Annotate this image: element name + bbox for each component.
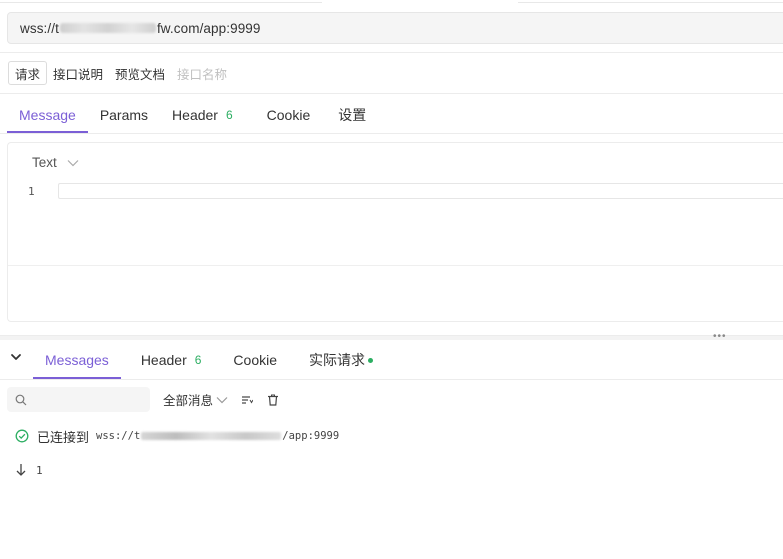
tab-header[interactable]: Header 6 bbox=[160, 97, 245, 133]
tab-api-description[interactable]: 接口说明 bbox=[47, 61, 109, 85]
redacted-host bbox=[141, 432, 282, 440]
header-count-badge: 6 bbox=[225, 108, 233, 122]
divider bbox=[0, 379, 783, 380]
divider bbox=[0, 93, 783, 94]
tab-params[interactable]: Params bbox=[88, 97, 160, 133]
message-editor: Text 1 bbox=[7, 142, 783, 322]
chevron-down-icon bbox=[216, 396, 228, 403]
request-tabs: Message Params Header 6 Cookie 设置 bbox=[7, 97, 378, 133]
tab-cookie[interactable]: Cookie bbox=[245, 97, 323, 133]
tab-label: Header bbox=[140, 352, 187, 368]
connected-label: 已连接到 bbox=[37, 429, 90, 445]
code-editor-line[interactable] bbox=[58, 183, 783, 199]
drag-handle-icon[interactable]: ••• bbox=[713, 332, 727, 342]
trash-icon bbox=[268, 394, 279, 406]
url-prefix: wss://t bbox=[20, 20, 59, 36]
check-circle-icon bbox=[15, 429, 29, 443]
format-label: Text bbox=[32, 155, 57, 170]
top-tab-strip bbox=[0, 0, 783, 4]
tab-actual-request[interactable]: 实际请求 bbox=[297, 341, 385, 379]
tab-label: Message bbox=[19, 107, 76, 123]
sort-button[interactable] bbox=[240, 393, 254, 407]
tab-preview-docs[interactable]: 预览文档 bbox=[109, 61, 171, 85]
panel-resize-handle[interactable] bbox=[0, 335, 783, 340]
tab-label: Messages bbox=[45, 352, 109, 368]
format-select[interactable]: Text bbox=[32, 155, 79, 170]
header-count-badge: 6 bbox=[194, 353, 202, 367]
url-suffix: /app:9999 bbox=[282, 430, 340, 442]
top-tab-segment bbox=[518, 0, 783, 3]
connected-url: wss://t /app:9999 bbox=[96, 430, 339, 442]
message-type-label: 全部消息 bbox=[163, 394, 214, 408]
sort-icon bbox=[242, 395, 254, 404]
url-suffix: fw.com/app:9999 bbox=[156, 20, 261, 36]
tab-label: Header bbox=[172, 107, 218, 123]
line-number: 1 bbox=[28, 185, 35, 198]
tab-message[interactable]: Message bbox=[7, 97, 88, 133]
message-type-select[interactable]: 全部消息 bbox=[163, 390, 228, 409]
chevron-down-icon bbox=[67, 159, 79, 166]
received-message-text: 1 bbox=[36, 463, 43, 477]
message-filter-bar: 全部消息 bbox=[7, 387, 280, 412]
tab-label: Params bbox=[99, 107, 149, 123]
clear-messages-button[interactable] bbox=[266, 393, 280, 407]
top-tab-segment bbox=[0, 0, 322, 3]
url-input[interactable]: wss://t fw.com/app:9999 bbox=[7, 12, 783, 44]
editor-divider bbox=[8, 265, 783, 266]
message-connected: 已连接到 wss://t /app:9999 bbox=[15, 427, 339, 445]
search-input[interactable] bbox=[31, 392, 141, 407]
tab-messages[interactable]: Messages bbox=[33, 341, 121, 379]
tab-label: Cookie bbox=[233, 352, 278, 368]
url-prefix: wss://t bbox=[96, 430, 141, 442]
tab-label: 实际请求 bbox=[309, 352, 366, 368]
tab-label: Cookie bbox=[266, 107, 311, 123]
tab-settings[interactable]: 设置 bbox=[322, 97, 378, 133]
tab-request[interactable]: 请求 bbox=[8, 61, 48, 85]
mode-tabs: 请求 接口说明 预览文档 接口名称 bbox=[8, 61, 233, 85]
response-tabs: Messages Header 6 Cookie 实际请求 bbox=[33, 341, 393, 379]
tab-response-header[interactable]: Header 6 bbox=[129, 341, 214, 379]
api-name-input[interactable]: 接口名称 bbox=[171, 61, 233, 85]
search-icon bbox=[15, 394, 27, 405]
status-dot bbox=[368, 357, 374, 363]
tab-label: 设置 bbox=[338, 107, 367, 123]
arrow-down-icon bbox=[16, 464, 26, 476]
divider bbox=[0, 52, 783, 53]
redacted-host bbox=[59, 23, 156, 33]
message-received[interactable]: 1 bbox=[15, 461, 43, 479]
collapse-chevron-icon[interactable] bbox=[9, 350, 23, 364]
tab-response-cookie[interactable]: Cookie bbox=[221, 341, 289, 379]
divider bbox=[0, 133, 783, 134]
search-box[interactable] bbox=[7, 387, 150, 412]
